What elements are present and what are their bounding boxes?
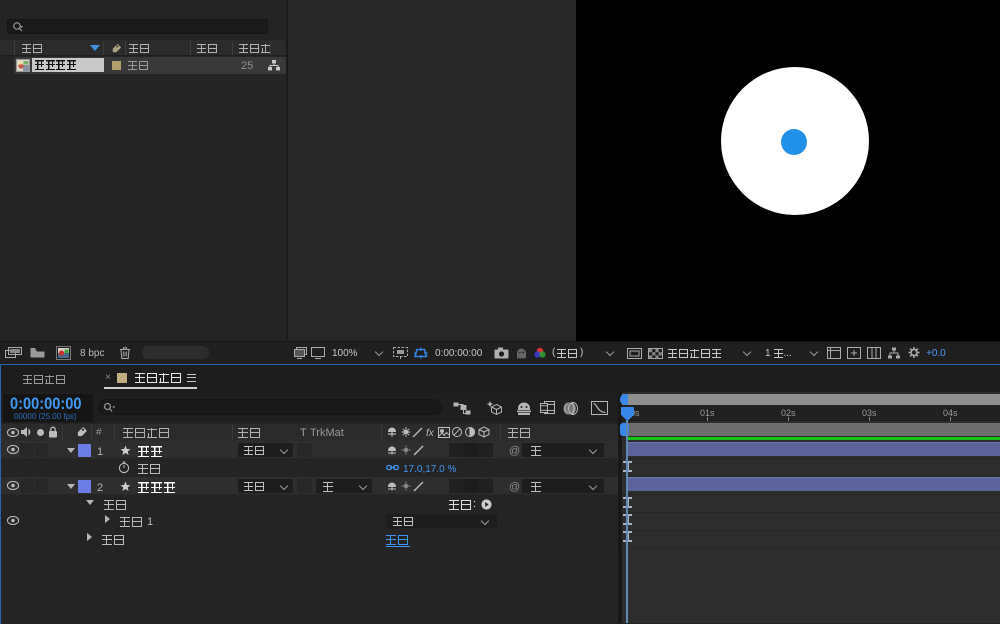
svg-text:fx: fx — [426, 428, 435, 439]
